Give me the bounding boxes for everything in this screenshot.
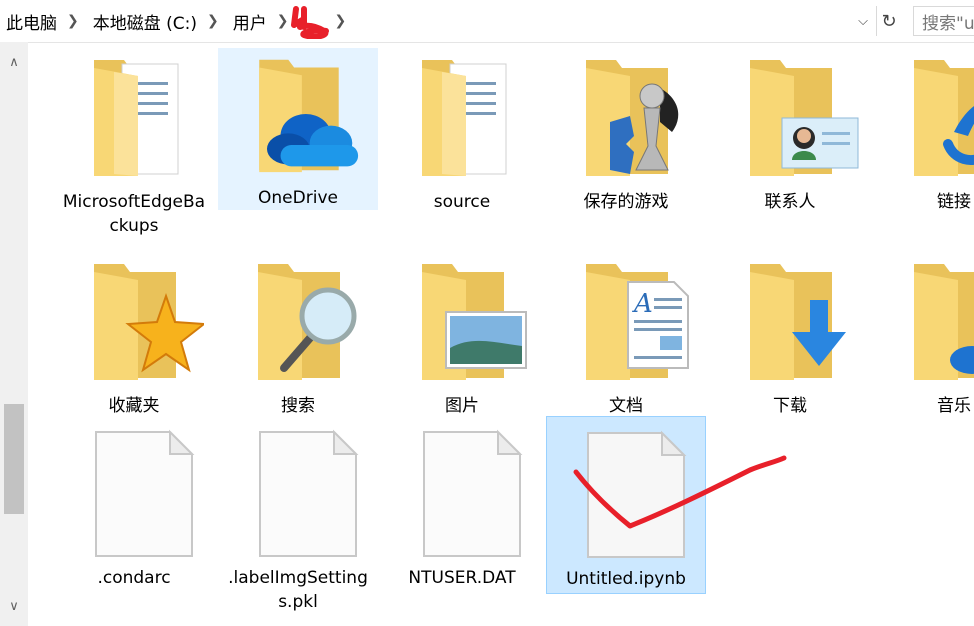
item-label: 收藏夹 (108, 396, 160, 416)
refresh-icon: ↻ (881, 10, 897, 32)
item-label: .condarc (97, 568, 171, 588)
refresh-button[interactable]: ↻ (876, 6, 901, 36)
item-label: 链接 (937, 192, 971, 212)
vertical-scrollbar[interactable]: ∧ ∨ (0, 42, 28, 626)
folder-documents-icon (422, 60, 507, 176)
folder-item-searches[interactable]: 搜索 (218, 252, 378, 418)
item-label: 音乐 (937, 396, 971, 416)
folder-links-icon (914, 60, 974, 176)
item-label: .labelImgSettings.pkl (228, 568, 368, 612)
search-placeholder: 搜索"u (922, 13, 974, 34)
red-checkmark-annotation (573, 455, 787, 529)
chevron-right-icon[interactable]: ❯ (199, 13, 227, 29)
folder-downloads-icon (750, 264, 846, 380)
folder-item-music[interactable]: 音乐 (874, 252, 974, 418)
folder-item-saved-games[interactable]: 保存的游戏 (546, 48, 706, 214)
folder-docs-icon: A (586, 264, 689, 380)
item-label: 文档 (609, 396, 643, 416)
item-label: 下载 (773, 396, 807, 416)
item-label: NTUSER.DAT (408, 568, 516, 588)
folder-item-pictures[interactable]: 图片 (382, 252, 542, 418)
file-item-condarc[interactable]: .condarc (54, 424, 214, 590)
scrollbar-thumb[interactable] (4, 404, 24, 514)
folder-item-onedrive[interactable]: OneDrive (218, 48, 378, 210)
folder-games-icon (586, 60, 679, 176)
folder-search-icon (258, 264, 357, 380)
folder-item-links[interactable]: 链接 (874, 48, 974, 214)
item-label: 联系人 (764, 192, 816, 212)
folder-pictures-icon (422, 264, 527, 380)
file-item-labelimgsettings[interactable]: .labelImgSettings.pkl (218, 424, 378, 614)
item-label: 保存的游戏 (583, 192, 669, 212)
file-item-ntuser-dat[interactable]: NTUSER.DAT (382, 424, 542, 590)
breadcrumb-local-disk[interactable]: 本地磁盘 (C:) (87, 9, 199, 34)
folder-favorites-icon (94, 264, 204, 380)
item-label: 搜索 (281, 396, 315, 416)
folder-music-icon (914, 264, 974, 380)
folder-item-favorites[interactable]: 收藏夹 (54, 252, 214, 418)
folder-documents-icon (94, 60, 179, 176)
folder-item-documents[interactable]: A 文档 (546, 252, 706, 418)
scroll-down-button[interactable]: ∨ (0, 592, 28, 620)
breadcrumb-users[interactable]: 用户 (227, 9, 269, 34)
item-label: 图片 (445, 396, 479, 416)
folder-contacts-icon (750, 60, 859, 176)
address-bar[interactable]: 此电脑 ❯ 本地磁盘 (C:) ❯ 用户 ❯ ❯ ⌵ ↻ 搜索"u (0, 0, 974, 43)
chevron-down-icon: ∨ (9, 598, 19, 614)
file-icon (259, 429, 359, 557)
file-icon (423, 429, 523, 557)
item-label: Untitled.ipynb (566, 569, 686, 589)
search-input[interactable]: 搜索"u (913, 6, 974, 36)
file-icon (95, 429, 195, 557)
folder-item-microsoftedgebackups[interactable]: MicrosoftEdgeBackups (54, 48, 214, 238)
address-dropdown-button[interactable]: ⌵ (850, 6, 876, 36)
folder-onedrive-icon (259, 59, 359, 173)
item-label: source (433, 192, 491, 212)
chevron-up-icon: ∧ (9, 54, 19, 70)
folder-item-downloads[interactable]: 下载 (710, 252, 870, 418)
breadcrumb-this-pc[interactable]: 此电脑 (0, 9, 59, 34)
item-label: OneDrive (258, 188, 338, 208)
scroll-up-button[interactable]: ∧ (0, 48, 28, 76)
folder-item-contacts[interactable]: 联系人 (710, 48, 870, 214)
svg-text:A: A (632, 289, 653, 319)
item-label: MicrosoftEdgeBackups (62, 192, 206, 236)
red-scribble-annotation (291, 6, 329, 39)
chevron-right-icon[interactable]: ❯ (59, 13, 87, 29)
chevron-down-icon: ⌵ (858, 13, 868, 29)
folder-item-source[interactable]: source (382, 48, 542, 214)
